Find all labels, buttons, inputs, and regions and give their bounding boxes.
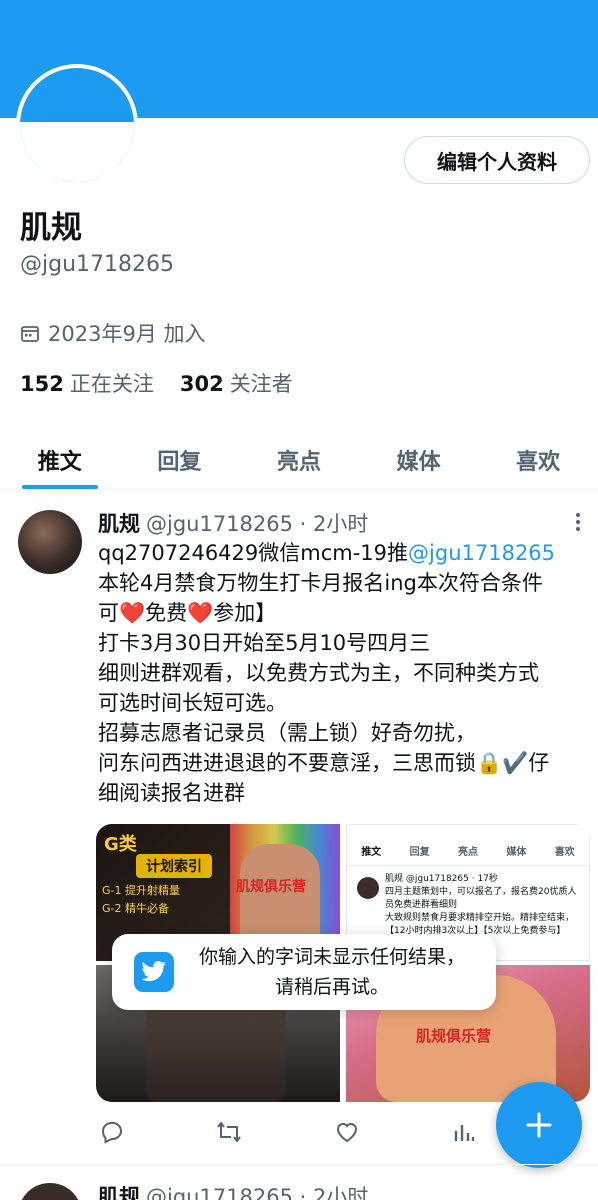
image4-brand: 肌规俱乐营: [416, 1027, 492, 1045]
image2-tab: 媒体: [506, 847, 527, 858]
image1-items: G-1 提升射精量 G-2 精牛必备: [102, 884, 180, 915]
image2-avatar: [357, 877, 379, 899]
tweet[interactable]: 肌规 @jgu1718265 · 2小时 qq2707246429微信mcm-1…: [0, 492, 598, 1162]
tab-tweets[interactable]: 推文: [0, 430, 120, 489]
tweet-line-4: 打卡3月30日开始至5月10号四月三: [98, 631, 431, 655]
image1-subtitle: 计划索引: [136, 854, 212, 878]
toast-line-2: 请稍后再试。: [274, 976, 389, 998]
image2-tab: 推文: [361, 847, 382, 858]
followers-count: 302: [179, 372, 224, 396]
handle: @jgu1718265: [20, 252, 174, 277]
tweet[interactable]: 肌规 @jgu1718265 · 2小时: [0, 1165, 598, 1200]
analytics-button[interactable]: [450, 1118, 478, 1146]
tweet-line-1-text: qq2707246429微信mcm-19推: [98, 541, 409, 565]
tweet-mention[interactable]: @jgu1718265: [408, 541, 555, 565]
following-count: 152: [20, 372, 64, 396]
tab-replies[interactable]: 回复: [120, 430, 240, 489]
join-date: 2023年9月 加入: [20, 318, 205, 348]
tweet-author-name[interactable]: 肌规: [98, 1181, 140, 1200]
toast-line-1: 你输入的字词未显示任何结果，: [198, 946, 465, 968]
retweet-icon: [217, 1122, 242, 1142]
follow-stats: 152 正在关注 302 关注者: [20, 368, 293, 398]
tab-highlights[interactable]: 亮点: [239, 430, 359, 489]
twitter-logo-icon: [134, 952, 174, 992]
image2-tabs: 推文 回复 亮点 媒体 喜欢: [347, 825, 589, 858]
followers-label: 关注者: [229, 372, 293, 396]
compose-button[interactable]: [496, 1082, 582, 1168]
display-name: 肌规: [20, 210, 82, 246]
tab-likes[interactable]: 喜欢: [478, 430, 598, 489]
join-date-text: 2023年9月 加入: [48, 322, 206, 346]
tweet-line-8: 问东问西进进退退的不要意淫，三思而锁🔒✔️仔: [98, 751, 550, 775]
more-icon[interactable]: [570, 510, 586, 534]
image1-brand: 肌规俱乐营: [236, 879, 306, 895]
image2-tab: 喜欢: [554, 847, 575, 858]
compose-icon: [526, 1112, 552, 1138]
calendar-icon: [21, 326, 39, 342]
followers-link[interactable]: 302 关注者: [180, 368, 293, 398]
error-toast: 你输入的字词未显示任何结果， 请稍后再试。: [112, 934, 496, 1010]
tweet-author-name[interactable]: 肌规: [98, 508, 140, 538]
tweet-line-5: 细则进群观看，以免费方式为主，不同种类方式: [98, 661, 539, 685]
tab-media[interactable]: 媒体: [359, 430, 479, 489]
tweet-header: 肌规 @jgu1718265 · 2小时: [98, 508, 368, 538]
tweet-handle-time: @jgu1718265 · 2小时: [146, 512, 369, 536]
image2-text: 肌规 @jgu1718265 · 17秒 四月主题策划中，可以报名了，报名费20…: [385, 874, 577, 936]
tweet-actions: [98, 1112, 478, 1152]
profile-avatar[interactable]: [16, 64, 138, 186]
toast-message: 你输入的字词未显示任何结果， 请稍后再试。: [182, 942, 482, 1002]
image2-divider: [347, 865, 589, 866]
analytics-icon: [454, 1125, 475, 1141]
like-button[interactable]: [333, 1118, 361, 1146]
reply-icon: [101, 1122, 123, 1144]
edit-profile-button[interactable]: 编辑个人资料: [404, 136, 590, 184]
tweet-handle-time: @jgu1718265 · 2小时: [146, 1185, 369, 1200]
like-icon: [336, 1123, 357, 1143]
reply-button[interactable]: [98, 1118, 126, 1146]
tweet-line-3: 可❤️免费❤️参加】: [98, 601, 277, 625]
tweet-avatar[interactable]: [18, 1183, 82, 1200]
retweet-button[interactable]: [215, 1118, 243, 1146]
image2-tab: 回复: [409, 847, 430, 858]
tweet-line-2: 本轮4月禁食万物生打卡月报名ing本次符合条件: [98, 571, 543, 595]
tweet-line-9: 细阅读报名进群: [98, 781, 245, 805]
tweet-line-6: 可选时间长短可选。: [98, 691, 287, 715]
following-label: 正在关注: [69, 372, 154, 396]
tweet-header: 肌规 @jgu1718265 · 2小时: [98, 1181, 368, 1200]
image1-title: G类: [104, 834, 137, 855]
following-link[interactable]: 152 正在关注: [20, 368, 154, 398]
tweet-line-1: qq2707246429微信mcm-19推@jgu1718265: [98, 538, 592, 568]
image2-tab: 亮点: [457, 847, 478, 858]
profile-tabs: 推文 回复 亮点 媒体 喜欢: [0, 430, 598, 490]
tweet-avatar[interactable]: [18, 510, 82, 574]
tweet-text: qq2707246429微信mcm-19推@jgu1718265 本轮4月禁食万…: [98, 538, 592, 808]
tweet-line-7: 招募志愿者记录员（需上锁）好奇勿扰，: [98, 721, 476, 745]
